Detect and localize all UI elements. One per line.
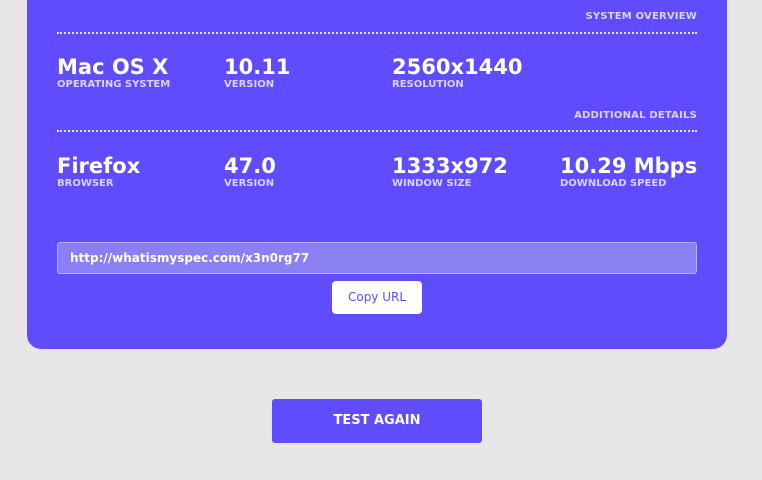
- copy-url-button[interactable]: Copy URL: [332, 281, 422, 314]
- system-overview-heading: SYSTEM OVERVIEW: [585, 11, 697, 22]
- system-overview-divider: [57, 32, 697, 34]
- share-url-field[interactable]: http://whatismyspec.com/x3n0rg77: [57, 242, 697, 274]
- stat-label: VERSION: [224, 178, 275, 189]
- stat-label: VERSION: [224, 79, 275, 90]
- stat-value: 1333x972: [392, 154, 508, 178]
- stat-value: 10.29 Mbps: [560, 154, 698, 178]
- stat-value: Firefox: [57, 154, 141, 178]
- results-card: SYSTEM OVERVIEW Mac OS X OPERATING SYSTE…: [27, 0, 727, 349]
- stat-label: WINDOW SIZE: [392, 178, 472, 189]
- stat-download-speed: 10.29 Mbps DOWNLOAD SPEED: [560, 154, 720, 190]
- stat-label: DOWNLOAD SPEED: [560, 178, 667, 189]
- stat-value: Mac OS X: [57, 55, 169, 79]
- stat-resolution: 2560x1440 RESOLUTION: [392, 55, 552, 91]
- stat-value: 47.0: [224, 154, 276, 178]
- test-again-button[interactable]: TEST AGAIN: [272, 399, 482, 443]
- additional-details-divider: [57, 130, 697, 132]
- additional-details-heading: ADDITIONAL DETAILS: [574, 110, 697, 121]
- stat-value: 10.11: [224, 55, 291, 79]
- stat-label: OPERATING SYSTEM: [57, 79, 171, 90]
- stat-operating-system: Mac OS X OPERATING SYSTEM: [57, 55, 217, 91]
- stat-browser: Firefox BROWSER: [57, 154, 217, 190]
- stat-label: BROWSER: [57, 178, 114, 189]
- stat-value: 2560x1440: [392, 55, 523, 79]
- stat-window-size: 1333x972 WINDOW SIZE: [392, 154, 552, 190]
- stat-label: RESOLUTION: [392, 79, 464, 90]
- stat-os-version: 10.11 VERSION: [224, 55, 384, 91]
- stat-browser-version: 47.0 VERSION: [224, 154, 384, 190]
